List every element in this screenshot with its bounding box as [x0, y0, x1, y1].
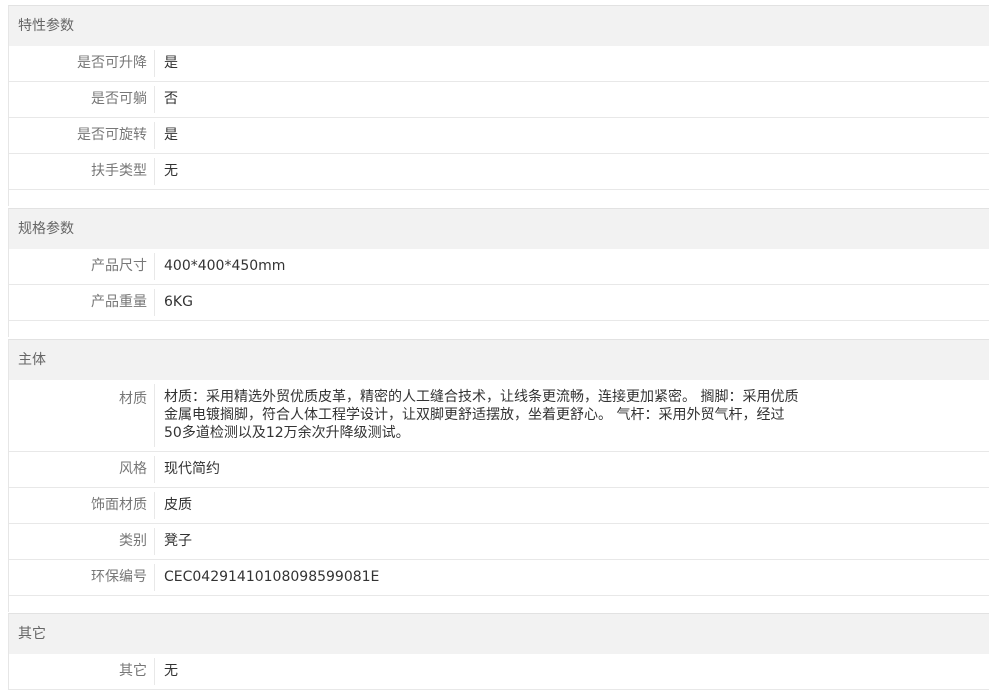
- row-label: 饰面材质: [9, 492, 155, 519]
- section-body: 主体 材质 材质：采用精选外贸优质皮革，精密的人工缝合技术，让线条更流畅，连接更…: [8, 339, 989, 612]
- row-label: 其它: [9, 658, 155, 685]
- table-row: 是否可升降 是: [9, 46, 989, 82]
- row-value: 现代简约: [164, 461, 220, 477]
- table-row: 是否可躺 否: [9, 82, 989, 118]
- row-value: 无: [164, 163, 178, 179]
- row-label: 风格: [9, 456, 155, 483]
- row-label: 是否可躺: [9, 86, 155, 113]
- table-row: 饰面材质 皮质: [9, 488, 989, 524]
- row-value: 皮质: [164, 497, 192, 513]
- row-value: 是: [164, 55, 178, 71]
- row-label: 是否可旋转: [9, 122, 155, 149]
- row-value: 材质：采用精选外贸优质皮革，精密的人工缝合技术，让线条更流畅，连接更加紧密。 搁…: [164, 389, 799, 441]
- spec-table: 特性参数 是否可升降 是 是否可躺 否 是否可旋转 是 扶手类型 无 规格参数 …: [0, 0, 997, 700]
- section-features: 特性参数 是否可升降 是 是否可躺 否 是否可旋转 是 扶手类型 无: [8, 5, 989, 206]
- table-row: 风格 现代简约: [9, 452, 989, 488]
- row-label: 类别: [9, 528, 155, 555]
- row-label: 材质: [9, 384, 155, 447]
- table-row: 类别 凳子: [9, 524, 989, 560]
- table-row: 材质 材质：采用精选外贸优质皮革，精密的人工缝合技术，让线条更流畅，连接更加紧密…: [9, 380, 989, 452]
- row-value: 凳子: [164, 533, 192, 549]
- row-value: 无: [164, 663, 178, 679]
- section-title: 特性参数: [9, 6, 989, 46]
- row-label: 环保编号: [9, 564, 155, 591]
- row-value: CEC04291410108098599081E: [164, 569, 380, 585]
- row-label: 产品重量: [9, 289, 155, 316]
- row-value: 是: [164, 127, 178, 143]
- section-title: 主体: [9, 340, 989, 380]
- section-specs: 规格参数 产品尺寸 400*400*450mm 产品重量 6KG: [8, 208, 989, 337]
- table-row: 扶手类型 无: [9, 154, 989, 190]
- table-row: 产品重量 6KG: [9, 285, 989, 321]
- section-title: 其它: [9, 614, 989, 654]
- table-row: 是否可旋转 是: [9, 118, 989, 154]
- row-value: 400*400*450mm: [164, 258, 286, 274]
- section-title: 规格参数: [9, 209, 989, 249]
- row-value: 否: [164, 91, 178, 107]
- table-row: 其它 无: [9, 654, 989, 690]
- row-label: 产品尺寸: [9, 253, 155, 280]
- row-label: 扶手类型: [9, 158, 155, 185]
- row-label: 是否可升降: [9, 50, 155, 77]
- table-row: 产品尺寸 400*400*450mm: [9, 249, 989, 285]
- table-row: 环保编号 CEC04291410108098599081E: [9, 560, 989, 596]
- section-other: 其它 其它 无: [8, 613, 989, 690]
- row-value: 6KG: [164, 294, 193, 310]
